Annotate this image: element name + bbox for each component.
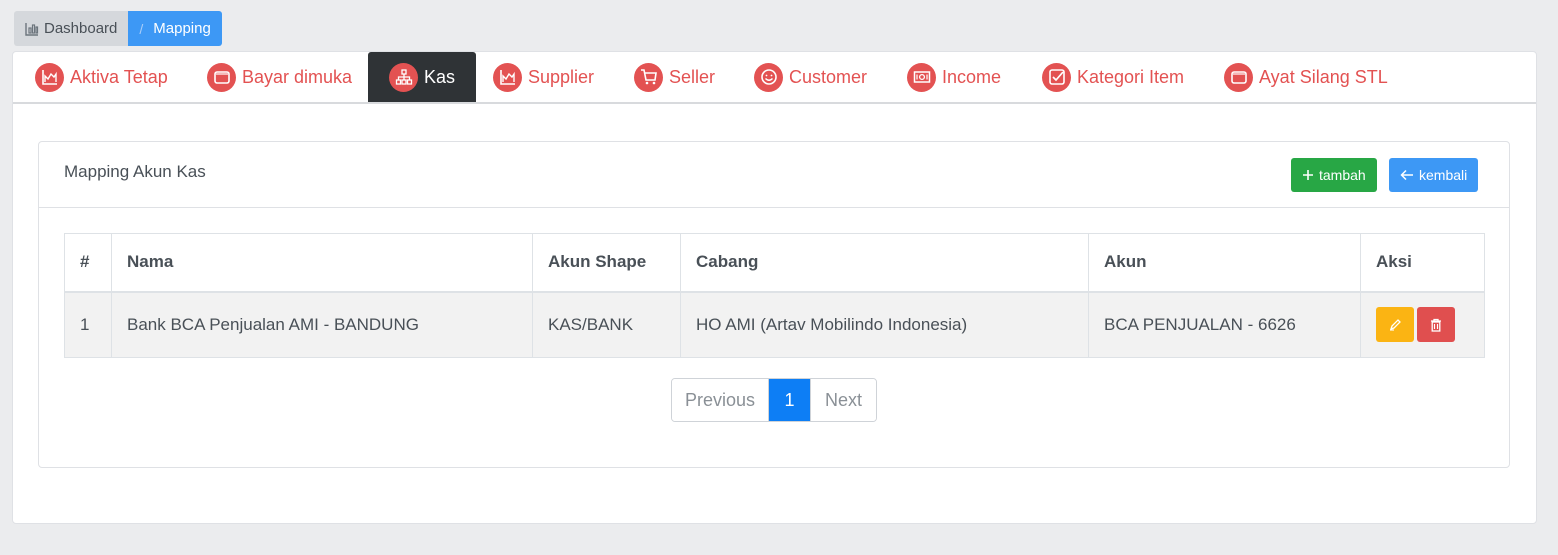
column-header-akun[interactable]: Akun	[1088, 233, 1361, 293]
cell-nama: Bank BCA Penjualan AMI - BANDUNG	[111, 291, 533, 358]
breadcrumb-mapping: / Mapping	[128, 11, 222, 46]
table-row: 1 Bank BCA Penjualan AMI - BANDUNG KAS/B…	[64, 291, 1485, 358]
column-header-akun-shape[interactable]: Akun Shape	[532, 233, 681, 293]
column-header-cabang[interactable]: Cabang	[680, 233, 1089, 293]
edit-button[interactable]	[1376, 307, 1414, 343]
pagination: Previous 1 Next	[671, 378, 877, 422]
breadcrumb-dashboard-label: Dashboard	[44, 20, 118, 37]
pagination-next[interactable]: Next	[810, 379, 876, 421]
column-header-nama[interactable]: Nama	[111, 233, 533, 293]
table-header-row: # Nama Akun Shape Cabang Akun Aksi	[64, 233, 1485, 293]
tab-aktiva-tetap-label: Aktiva Tetap	[70, 66, 168, 87]
money-icon	[907, 62, 936, 92]
delete-button[interactable]	[1417, 307, 1455, 343]
pagination-previous[interactable]: Previous	[672, 379, 769, 421]
trash-icon	[1431, 318, 1441, 332]
breadcrumb-mapping-label: Mapping	[153, 20, 211, 37]
tab-ayat-silang-stl[interactable]: Ayat Silang STL	[1224, 52, 1388, 102]
panel-header: Mapping Akun Kas tambah kembali	[39, 142, 1509, 208]
bar-chart-icon	[25, 22, 39, 36]
column-header-number[interactable]: #	[64, 233, 112, 293]
tab-seller[interactable]: Seller	[634, 52, 715, 102]
tab-kas-label: Kas	[424, 66, 456, 87]
tab-bayar-dimuka[interactable]: Bayar dimuka	[207, 52, 352, 102]
chart-icon	[493, 62, 522, 92]
sitemap-icon	[389, 62, 418, 92]
tab-kategori-item[interactable]: Kategori Item	[1042, 52, 1184, 102]
breadcrumb-separator: /	[139, 20, 144, 37]
tab-supplier-label: Supplier	[528, 66, 595, 87]
arrow-left-icon	[1400, 169, 1413, 181]
tab-kas[interactable]: Kas	[368, 52, 477, 102]
tab-supplier[interactable]: Supplier	[493, 52, 594, 102]
tab-seller-label: Seller	[669, 66, 716, 87]
mapping-table: # Nama Akun Shape Cabang Akun Aksi 1 Ban…	[64, 233, 1485, 358]
back-button[interactable]: kembali	[1389, 158, 1479, 192]
cell-akun-shape: KAS/BANK	[532, 291, 681, 358]
tab-kategori-item-label: Kategori Item	[1077, 66, 1185, 87]
pencil-icon	[1389, 319, 1401, 331]
tab-bar: Aktiva Tetap Bayar dimuka Kas Supplier S	[13, 52, 1536, 104]
chart-icon	[35, 62, 64, 92]
add-button[interactable]: tambah	[1291, 158, 1377, 192]
mapping-panel: Mapping Akun Kas tambah kembali # Nama A…	[38, 141, 1510, 468]
add-button-label: tambah	[1319, 167, 1366, 183]
cart-icon	[634, 62, 663, 92]
back-button-label: kembali	[1419, 167, 1468, 183]
cell-number: 1	[64, 291, 112, 358]
plus-icon	[1303, 170, 1313, 180]
cell-aksi	[1360, 291, 1485, 358]
cell-akun: BCA PENJUALAN - 6626	[1088, 291, 1361, 358]
tab-customer-label: Customer	[789, 66, 868, 87]
wallet-icon	[1224, 62, 1253, 92]
tab-customer[interactable]: Customer	[754, 52, 867, 102]
wallet-icon	[207, 62, 236, 92]
checkbox-icon	[1042, 62, 1071, 92]
smile-icon	[754, 62, 783, 92]
tab-aktiva-tetap[interactable]: Aktiva Tetap	[35, 52, 168, 102]
breadcrumb-dashboard[interactable]: Dashboard	[14, 11, 129, 46]
panel-title: Mapping Akun Kas	[64, 162, 206, 181]
column-header-aksi: Aksi	[1360, 233, 1485, 293]
tab-bayar-dimuka-label: Bayar dimuka	[242, 66, 353, 87]
main-card: Aktiva Tetap Bayar dimuka Kas Supplier S	[12, 51, 1537, 524]
tab-income-label: Income	[942, 66, 1002, 87]
tab-income[interactable]: Income	[907, 52, 1001, 102]
breadcrumb: Dashboard / Mapping	[14, 11, 222, 46]
cell-cabang: HO AMI (Artav Mobilindo Indonesia)	[680, 291, 1089, 358]
pagination-page-current[interactable]: 1	[769, 379, 810, 421]
tab-ayat-silang-stl-label: Ayat Silang STL	[1259, 66, 1388, 87]
